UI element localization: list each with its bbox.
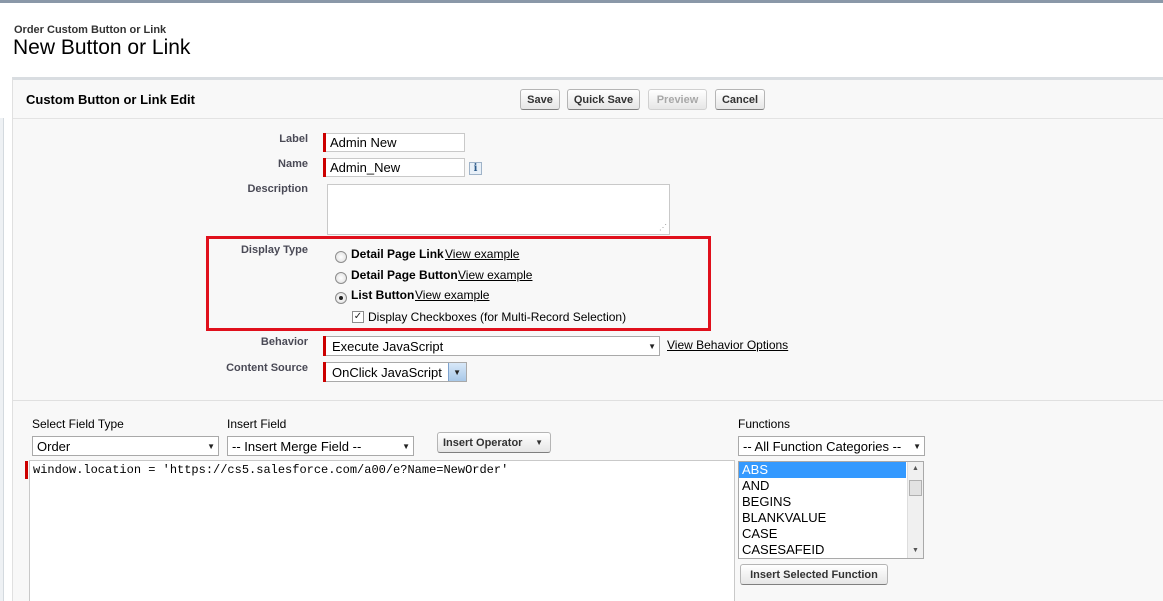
insert-operator-label: Insert Operator [443, 436, 523, 449]
scroll-thumb[interactable] [909, 480, 922, 496]
top-border [0, 0, 1163, 3]
label-field-label: Label [279, 133, 308, 145]
view-example-link[interactable]: View example [458, 268, 532, 282]
chevron-down-icon: ▼ [913, 442, 921, 451]
radio-list-button[interactable] [335, 292, 347, 304]
behavior-select[interactable]: Execute JavaScript ▼ [326, 336, 660, 356]
view-example-link[interactable]: View example [415, 288, 489, 302]
required-marker [25, 461, 28, 479]
list-item[interactable]: BEGINS [739, 494, 923, 510]
listbox-scrollbar[interactable]: ▲ ▼ [907, 462, 923, 558]
functions-listbox[interactable]: ABS AND BEGINS BLANKVALUE CASE CASESAFEI… [738, 461, 924, 559]
left-edge [0, 118, 4, 601]
function-category-select[interactable]: -- All Function Categories -- ▼ [738, 436, 925, 456]
chevron-down-icon: ▼ [453, 368, 461, 377]
breadcrumb: Order Custom Button or Link [14, 24, 167, 36]
radio-label-detail-page-link: Detail Page Link [351, 247, 444, 261]
resize-grip-icon[interactable]: ⋰ [659, 223, 667, 232]
radio-label-detail-page-button: Detail Page Button [351, 268, 458, 282]
display-checkboxes-label: Display Checkboxes (for Multi-Record Sel… [368, 310, 627, 324]
formula-editor[interactable] [29, 460, 735, 601]
content-source-select[interactable]: OnClick JavaScript ▼ [326, 362, 467, 382]
select-field-type-value: Order [37, 438, 71, 454]
cancel-button[interactable]: Cancel [715, 89, 765, 110]
content-source-label: Content Source [226, 362, 308, 374]
preview-button[interactable]: Preview [648, 89, 707, 110]
view-example-link[interactable]: View example [445, 247, 519, 261]
panel-header-divider [13, 118, 1163, 119]
insert-field-label: Insert Field [227, 417, 287, 431]
section-divider [13, 400, 1163, 401]
behavior-select-value: Execute JavaScript [332, 338, 444, 354]
label-input[interactable]: Admin New [326, 133, 465, 152]
page-title: New Button or Link [13, 36, 191, 59]
scroll-down-icon[interactable]: ▼ [908, 545, 923, 557]
description-textarea[interactable]: ⋰ [327, 184, 670, 235]
insert-field-value: -- Insert Merge Field -- [232, 438, 362, 454]
display-type-label: Display Type [240, 244, 308, 256]
insert-selected-function-button[interactable]: Insert Selected Function [740, 564, 888, 585]
formula-code: window.location = 'https://cs5.salesforc… [33, 463, 509, 477]
content-source-select-value: OnClick JavaScript [332, 364, 442, 380]
info-icon[interactable]: i [469, 162, 482, 175]
scroll-up-icon[interactable]: ▲ [908, 463, 923, 475]
radio-detail-page-button[interactable] [335, 272, 347, 284]
display-checkboxes-checkbox[interactable]: ✓ [352, 311, 364, 323]
save-button[interactable]: Save [520, 89, 560, 110]
chevron-down-icon: ▼ [535, 438, 543, 447]
select-field-type-select[interactable]: Order ▼ [32, 436, 219, 456]
description-field-label: Description [247, 183, 308, 195]
select-field-type-label: Select Field Type [32, 417, 124, 431]
function-category-value: -- All Function Categories -- [743, 438, 902, 454]
radio-label-list-button: List Button [351, 288, 415, 302]
list-item[interactable]: CASE [739, 526, 923, 542]
insert-operator-button[interactable]: Insert Operator ▼ [437, 432, 551, 453]
list-item[interactable]: AND [739, 478, 923, 494]
behavior-label: Behavior [260, 336, 308, 348]
insert-field-select[interactable]: -- Insert Merge Field -- ▼ [227, 436, 414, 456]
chevron-down-icon: ▼ [207, 442, 215, 451]
radio-detail-page-link[interactable] [335, 251, 347, 263]
panel-title: Custom Button or Link Edit [26, 92, 195, 107]
list-item[interactable]: CASESAFEID [739, 542, 923, 558]
chevron-down-icon: ▼ [648, 342, 656, 351]
name-field-label: Name [278, 158, 308, 170]
chevron-down-icon: ▼ [402, 442, 410, 451]
quick-save-button[interactable]: Quick Save [567, 89, 640, 110]
view-behavior-options-link[interactable]: View Behavior Options [667, 338, 788, 352]
list-item[interactable]: BLANKVALUE [739, 510, 923, 526]
functions-label: Functions [738, 417, 791, 431]
list-item[interactable]: ABS [739, 462, 906, 478]
name-input[interactable]: Admin_New [326, 158, 465, 177]
